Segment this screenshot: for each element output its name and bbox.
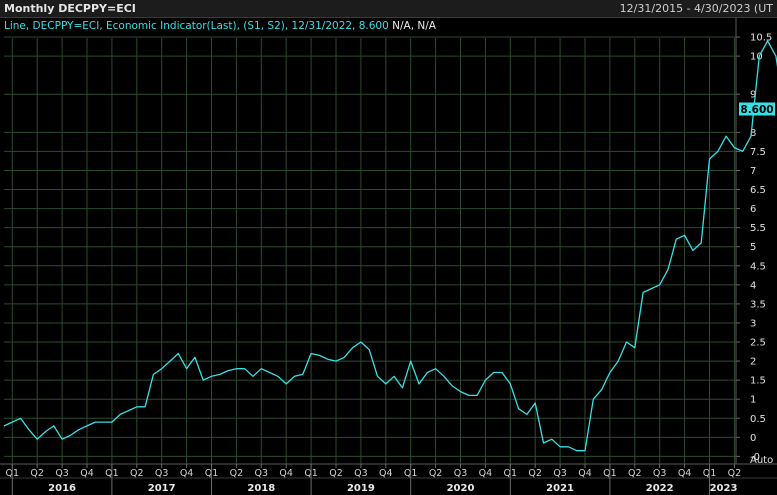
year-label: 2018 [247,483,275,494]
quarter-label: Q3 [155,468,169,479]
y-tick-label: 3 [750,318,756,329]
quarter-label: Q4 [379,468,393,479]
quarter-label: Q3 [653,468,667,479]
y-tick-label: 6.5 [750,185,766,196]
quarter-label: Q2 [30,468,44,479]
y-tick-label: 2 [750,357,756,368]
quarter-label: Q3 [553,468,567,479]
year-label: 2020 [447,483,475,494]
legend-text: Line, DECPPY=ECI, Economic Indicator(Las… [4,20,389,32]
y-tick-label: 5.5 [750,223,766,234]
title-bar: Monthly DECPPY=ECI 12/31/2015 - 4/30/202… [0,0,777,18]
quarter-label: Q4 [479,468,493,479]
y-tick-label: 5 [750,242,756,253]
quarter-label: Q2 [628,468,642,479]
year-label: 2022 [646,483,674,494]
y-tick-label: 7 [750,166,756,177]
quarter-label: Q2 [130,468,144,479]
quarter-label: Q2 [429,468,443,479]
y-tick-label: 3.5 [750,299,766,310]
quarter-label: Q4 [578,468,592,479]
legend-suffix: N/A, N/A [392,20,437,32]
y-tick-label: 2.5 [750,338,766,349]
chart-background [0,18,777,495]
quarter-label: Q2 [728,468,742,479]
year-label: 2021 [546,483,574,494]
y-tick-label: 7.5 [750,147,766,158]
y-tick-label: 0 [750,433,756,444]
quarter-label: Q3 [255,468,269,479]
y-tick-label: 4.5 [750,261,766,272]
quarter-label: Q4 [279,468,293,479]
year-label: 2017 [148,483,176,494]
y-tick-label: 1 [750,395,756,406]
quarter-label: Q3 [454,468,468,479]
legend[interactable]: Line, DECPPY=ECI, Economic Indicator(Las… [4,20,437,32]
quarter-label: Q3 [55,468,69,479]
y-tick-label: 4 [750,280,756,291]
quarter-label: Q4 [80,468,94,479]
last-value-badge: 8.600 [739,102,775,116]
date-range[interactable]: 12/31/2015 - 4/30/2023 (UT [620,2,773,15]
y-tick-label: 0.5 [750,414,766,425]
quarter-label: Q2 [329,468,343,479]
line-chart[interactable]: Q1 Q2 Q3 Q4 Q1 Q2 Q3 Q4 Q1 Q2 Q3 Q4 Q1 Q2 Q3 Q4 Q1 Q2 Q3 Q4… [0,18,777,495]
chart-title: Monthly DECPPY=ECI [4,2,136,15]
quarter-label: Q2 [528,468,542,479]
quarter-label: Q2 [230,468,244,479]
y-tick-label: 10.5 [750,33,772,44]
year-label: 2023 [710,483,738,494]
quarter-label: Q4 [180,468,194,479]
year-label: 2019 [347,483,375,494]
y-tick-label: 6 [750,204,756,215]
year-label: 2016 [48,483,76,494]
quarter-label: Q4 [678,468,692,479]
last-value-label: 8.600 [740,104,773,116]
quarter-label: Q3 [354,468,368,479]
y-tick-label: 1.5 [750,376,766,387]
auto-scale-label[interactable]: Auto [750,455,773,466]
